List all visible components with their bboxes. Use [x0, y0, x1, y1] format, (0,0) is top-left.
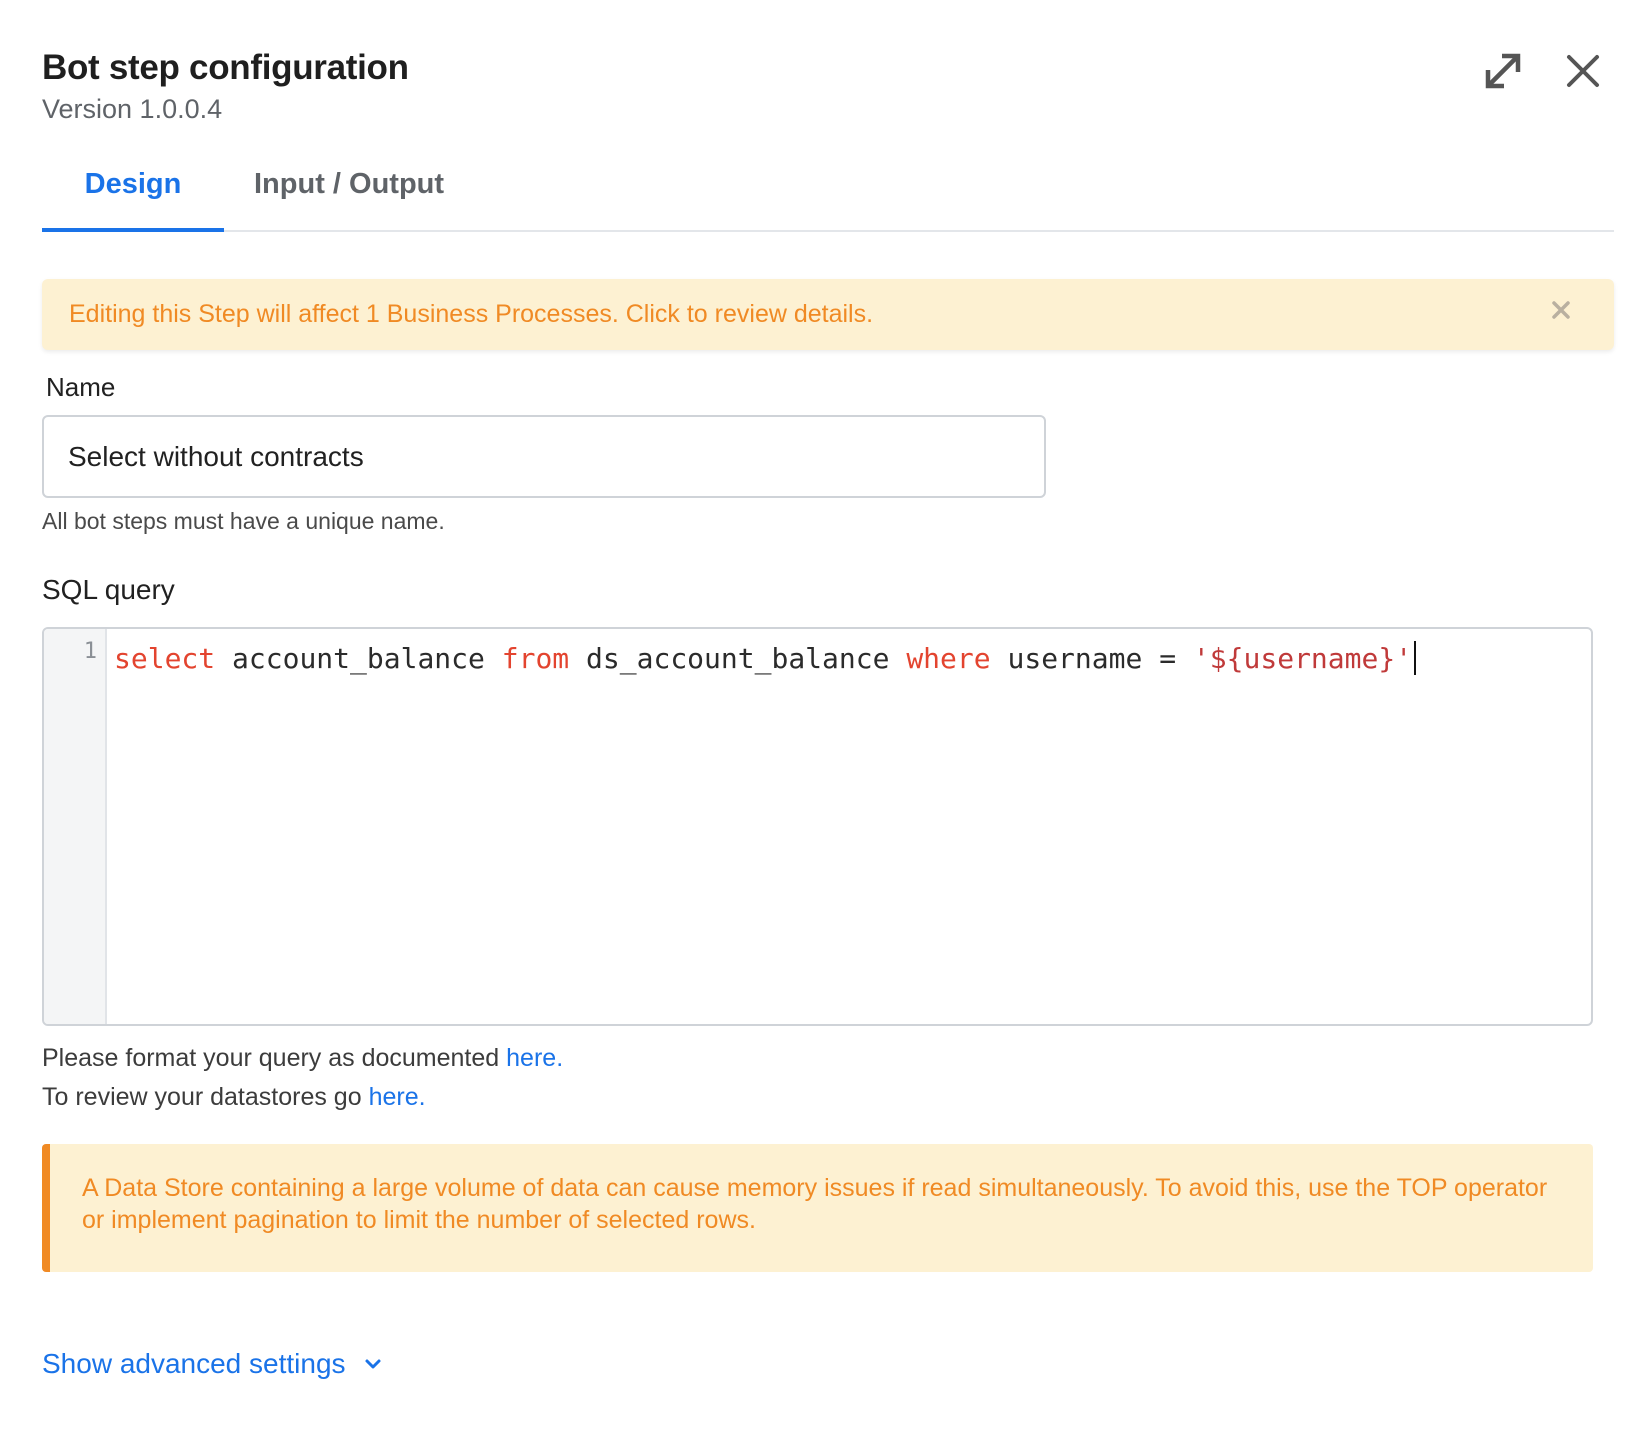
editor-gutter: 1	[44, 629, 107, 1024]
sql-text-part1: account_balance	[215, 642, 502, 675]
format-help-text: Please format your query as documented h…	[42, 1044, 563, 1073]
line-number: 1	[83, 639, 97, 664]
format-help-prefix: Please format your query as documented	[42, 1044, 507, 1072]
close-panel-button[interactable]	[1560, 48, 1606, 94]
active-tab-indicator	[42, 228, 224, 232]
close-icon	[1567, 55, 1599, 87]
banner-close-button[interactable]	[1548, 297, 1574, 323]
sql-text-part3: username =	[990, 642, 1193, 675]
panel-title: Bot step configuration	[42, 48, 409, 87]
expand-icon	[1485, 53, 1521, 89]
sql-query-label: SQL query	[42, 574, 175, 605]
tab-bar: Design Input / Output	[42, 150, 1614, 232]
tab-design[interactable]: Design	[42, 168, 224, 201]
name-hint: All bot steps must have a unique name.	[42, 508, 445, 534]
text-cursor	[1414, 641, 1417, 675]
advanced-settings-label: Show advanced settings	[42, 1348, 346, 1379]
affected-processes-banner[interactable]: Editing this Step will affect 1 Business…	[42, 279, 1614, 350]
version-label: Version 1.0.0.4	[42, 94, 223, 124]
warning-text: A Data Store containing a large volume o…	[82, 1174, 1548, 1234]
expand-button[interactable]	[1480, 48, 1526, 94]
show-advanced-settings-toggle[interactable]: Show advanced settings	[42, 1348, 384, 1380]
tab-design-label: Design	[84, 168, 182, 200]
banner-text: Editing this Step will affect 1 Business…	[69, 300, 874, 328]
format-docs-link[interactable]: here	[506, 1044, 556, 1072]
datastores-help-period: .	[418, 1083, 426, 1111]
format-help-period: .	[556, 1044, 564, 1072]
name-label: Name	[46, 372, 116, 402]
datastores-help-text: To review your datastores go here.	[42, 1083, 426, 1112]
sql-text-part2: ds_account_balance	[569, 642, 907, 675]
sql-query-editor[interactable]: 1 select account_balance from ds_account…	[42, 627, 1593, 1026]
datastores-help-prefix: To review your datastores go	[42, 1083, 369, 1111]
memory-warning-alert: A Data Store containing a large volume o…	[42, 1144, 1593, 1272]
close-icon	[1552, 301, 1570, 319]
tab-input-output[interactable]: Input / Output	[254, 168, 444, 201]
sql-keyword-from: from	[501, 642, 570, 675]
chevron-down-icon	[365, 1359, 381, 1369]
code-line[interactable]: select account_balance from ds_account_b…	[114, 641, 1417, 675]
sql-string-literal: '${username}'	[1192, 642, 1413, 675]
name-input[interactable]	[42, 415, 1046, 498]
sql-keyword-select: select	[114, 642, 216, 675]
bot-step-configuration-panel: Bot step configuration Version 1.0.0.4 D…	[0, 0, 1641, 1440]
tab-input-output-label: Input / Output	[254, 168, 445, 200]
datastores-link[interactable]: here	[369, 1083, 419, 1111]
sql-keyword-where: where	[906, 642, 991, 675]
